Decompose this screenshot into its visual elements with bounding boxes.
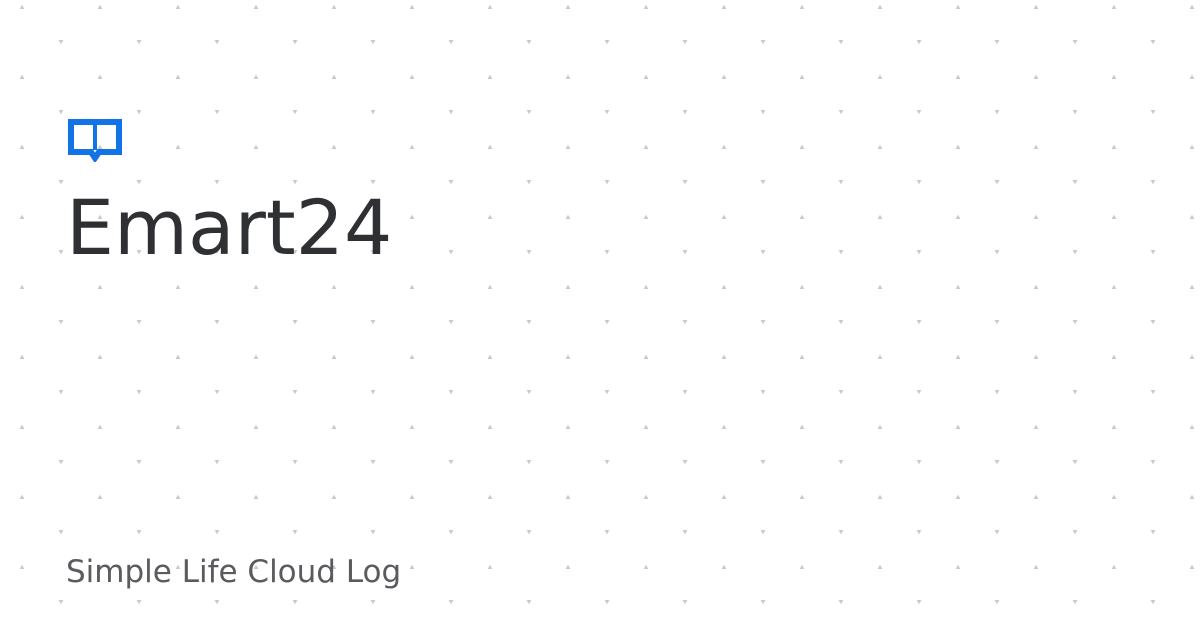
page-title: Emart24 <box>66 183 393 272</box>
site-name: Simple Life Cloud Log <box>66 554 402 590</box>
open-book-icon <box>68 119 122 162</box>
share-card: Emart24 Simple Life Cloud Log <box>0 0 1200 630</box>
